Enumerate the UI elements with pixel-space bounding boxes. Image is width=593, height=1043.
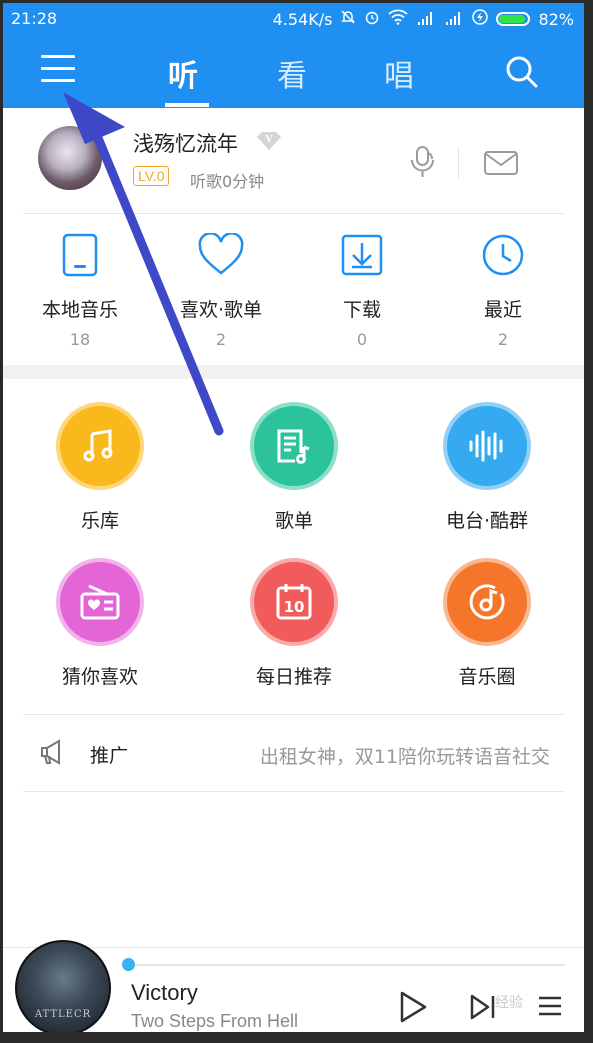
section-gap	[3, 365, 584, 379]
progress-track[interactable]	[128, 964, 565, 966]
quick-count: 2	[215, 330, 227, 349]
feature-circle	[250, 402, 338, 490]
svg-text:V: V	[265, 135, 274, 145]
heart-icon	[198, 233, 244, 275]
feature-label: 每日推荐	[255, 666, 332, 688]
divider	[458, 148, 459, 178]
alarm-icon	[364, 9, 380, 29]
mic-icon[interactable]	[408, 144, 438, 184]
divider	[23, 791, 564, 792]
megaphone-icon	[39, 739, 69, 769]
song-title[interactable]: Victory	[131, 980, 198, 1006]
feature-label: 音乐圈	[458, 666, 516, 688]
avatar[interactable]	[38, 126, 102, 190]
app-screen: 21:28 4.54K/s 82% 听 看 唱 浅殇忆流年 V LV.0 听歌0…	[3, 3, 584, 1032]
battery-icon	[496, 12, 531, 26]
mail-icon[interactable]	[483, 150, 519, 180]
promo-text[interactable]: 出租女神，双11陪你玩转语音社交	[260, 742, 550, 769]
feature-label: 电台·酷群	[445, 510, 529, 532]
play-icon[interactable]	[398, 990, 428, 1028]
feature-circle	[56, 402, 144, 490]
feature-label: 歌单	[274, 510, 313, 532]
progress-handle[interactable]	[122, 958, 135, 971]
calendar-badge: 10	[284, 598, 305, 616]
feature-guess-you-like[interactable]: 猜你喜欢	[3, 558, 197, 689]
quick-item-recent[interactable]: 最近 2	[433, 215, 573, 349]
quick-count: 0	[356, 330, 368, 349]
quick-label: 下载	[342, 299, 381, 321]
profile-section: 浅殇忆流年 V LV.0 听歌0分钟	[3, 108, 584, 213]
feature-circle	[443, 402, 531, 490]
net-speed: 4.54K/s	[272, 9, 333, 29]
feature-circle	[443, 558, 531, 646]
quick-label: 最近	[483, 299, 522, 321]
quick-access: 本地音乐 18 喜欢·歌单 2 下载 0 最近 2	[3, 215, 584, 365]
quick-label: 本地音乐	[41, 299, 118, 321]
quick-count: 18	[69, 330, 91, 349]
status-time: 21:28	[11, 9, 58, 28]
playlist-icon[interactable]	[536, 992, 564, 1024]
cover-text: ATTLECR	[34, 1009, 92, 1020]
mini-player: ATTLECR Victory Two Steps From Hell 经验	[3, 940, 584, 1032]
battery-percent: 82%	[538, 9, 574, 29]
songlist-icon	[277, 429, 310, 464]
radio-icon	[80, 584, 120, 620]
listen-time: 听歌0分钟	[190, 172, 265, 191]
menu-icon[interactable]	[41, 55, 75, 83]
music-note-icon	[83, 429, 113, 462]
quick-count: 2	[497, 330, 509, 349]
mute-bell-icon	[340, 9, 356, 29]
level-badge: LV.0	[133, 166, 170, 186]
feature-library[interactable]: 乐库	[3, 402, 197, 533]
calendar-icon: 10	[276, 584, 312, 620]
feature-daily-recommend[interactable]: 10 每日推荐	[197, 558, 391, 689]
artist-name[interactable]: Two Steps From Hell	[131, 1011, 298, 1032]
feature-circle	[56, 558, 144, 646]
wifi-icon	[388, 9, 409, 29]
promo-label: 推广	[90, 745, 129, 767]
divider	[23, 213, 564, 214]
watermark: 经验	[495, 995, 523, 1011]
quick-label: 喜欢·歌单	[179, 299, 263, 321]
quick-item-favorites[interactable]: 喜欢·歌单 2	[151, 215, 291, 349]
feature-radio-groups[interactable]: 电台·酷群	[390, 402, 584, 533]
vip-diamond-icon[interactable]: V	[255, 130, 283, 152]
feature-circle: 10	[250, 558, 338, 646]
device-frame: 21:28 4.54K/s 82% 听 看 唱 浅殇忆流年 V LV.0 听歌0…	[0, 0, 593, 1043]
quick-item-download[interactable]: 下载 0	[292, 215, 432, 349]
disc-icon	[469, 584, 505, 620]
active-tab-indicator	[165, 103, 209, 107]
download-icon	[341, 234, 383, 276]
feature-music-circle[interactable]: 音乐圈	[390, 558, 584, 689]
album-cover[interactable]: ATTLECR	[15, 940, 111, 1032]
phone-icon	[62, 233, 98, 277]
next-track-icon[interactable]	[469, 992, 497, 1026]
feature-label: 乐库	[80, 510, 119, 532]
top-nav: 听 看 唱	[3, 33, 584, 108]
soundwave-icon	[469, 430, 503, 462]
promo-row[interactable]: 推广 出租女神，双11陪你玩转语音社交	[3, 715, 584, 791]
tab-watch[interactable]: 看	[277, 51, 307, 95]
feature-songlist[interactable]: 歌单	[197, 402, 391, 533]
status-bar: 21:28 4.54K/s 82%	[3, 3, 584, 33]
signal-icon-2	[444, 10, 464, 29]
feature-label: 猜你喜欢	[61, 666, 138, 688]
signal-icon	[416, 10, 436, 29]
clock-icon	[482, 234, 524, 276]
username[interactable]: 浅殇忆流年	[133, 128, 238, 158]
search-icon[interactable]	[505, 55, 539, 93]
charging-icon	[472, 9, 489, 29]
tab-listen[interactable]: 听	[168, 51, 198, 95]
quick-item-local-music[interactable]: 本地音乐 18	[10, 215, 150, 349]
tab-sing[interactable]: 唱	[384, 51, 414, 95]
